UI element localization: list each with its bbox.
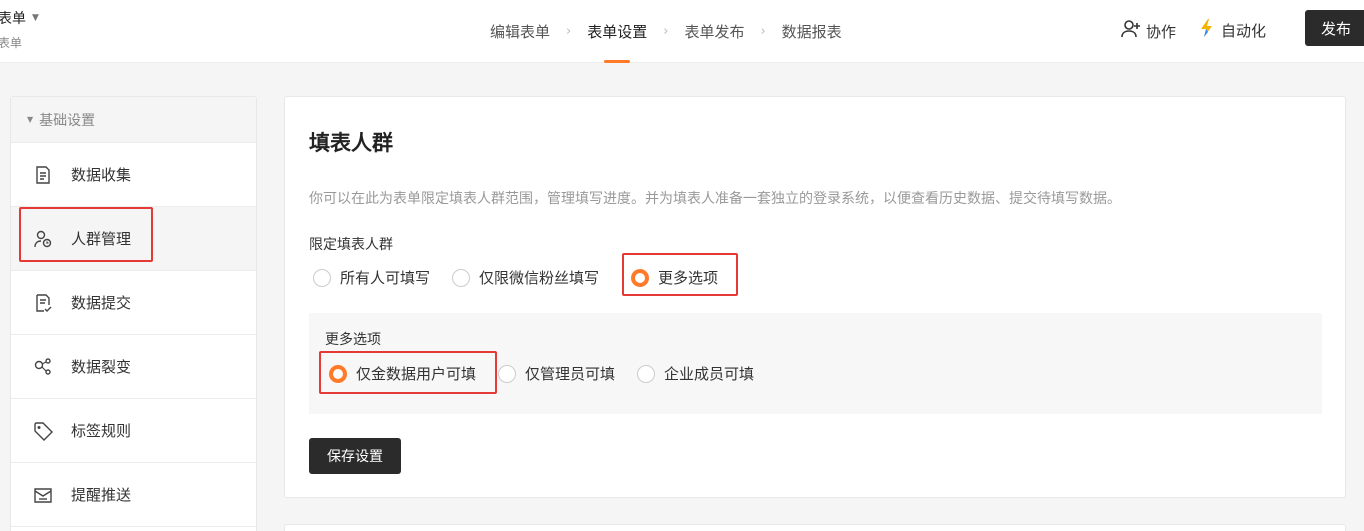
step-form-settings[interactable]: 表单设置: [587, 0, 647, 63]
sidebar-item-label: 数据收集: [71, 166, 132, 184]
publish-button[interactable]: 发布: [1305, 10, 1364, 46]
user-settings-icon: [33, 229, 53, 249]
page-description: 你可以在此为表单限定填表人群范围，管理填写进度。并为填表人准备一套独立的登录系统…: [309, 191, 1121, 207]
radio-circle-checked: [329, 364, 347, 383]
sidebar-item-data-collection[interactable]: 数据收集: [11, 143, 256, 207]
radio-enterprise-members[interactable]: 企业成员可填: [637, 363, 754, 384]
document-icon: [33, 165, 53, 185]
radio-circle: [498, 364, 517, 383]
chevron-right-icon: ›: [566, 24, 572, 39]
sidebar-item-label: 人群管理: [71, 230, 132, 248]
restrict-audience-label: 限定填表人群: [309, 237, 393, 253]
radio-label: 仅金数据用户可填: [356, 365, 477, 383]
step-form-publish[interactable]: 表单发布: [684, 0, 744, 63]
radio-circle: [637, 364, 656, 383]
step-data-report[interactable]: 数据报表: [782, 0, 842, 63]
collaborate-label: 协作: [1146, 22, 1177, 41]
page-title: 填表人群: [309, 131, 393, 155]
push-notification-icon: [33, 485, 53, 505]
more-options-label: 更多选项: [325, 332, 381, 348]
radio-everyone[interactable]: 所有人可填写: [313, 267, 430, 288]
radio-label: 所有人可填写: [340, 269, 431, 287]
radio-label: 更多选项: [658, 269, 719, 287]
restrict-audience-radio-group: 所有人可填写 仅限微信粉丝填写 更多选项: [313, 267, 718, 288]
submit-document-icon: [33, 293, 53, 313]
lightning-icon: [1197, 18, 1217, 42]
automation-label: 自动化: [1221, 21, 1267, 40]
sidebar-item-label: 标签规则: [71, 422, 132, 440]
form-subtitle: 表单: [0, 36, 23, 50]
caret-down-icon: ▼: [32, 13, 39, 23]
sidebar-item-reminder-push[interactable]: 提醒推送: [11, 463, 256, 527]
radio-label: 仅限微信粉丝填写: [479, 269, 600, 287]
chevron-right-icon: ›: [663, 24, 669, 39]
radio-circle: [313, 268, 331, 287]
radio-label: 企业成员可填: [664, 365, 755, 383]
sidebar-item-label: 数据提交: [71, 294, 132, 312]
top-header: 表单 ▼ 表单 编辑表单 › 表单设置 › 表单发布 › 数据报表 协作 自动化…: [0, 0, 1364, 63]
audience-settings-card: 填表人群 你可以在此为表单限定填表人群范围，管理填写进度。并为填表人准备一套独立…: [284, 96, 1346, 498]
step-nav: 编辑表单 › 表单设置 › 表单发布 › 数据报表: [490, 0, 842, 63]
sidebar-item-data-fission[interactable]: 数据裂变: [11, 335, 256, 399]
radio-more-options[interactable]: 更多选项: [631, 267, 718, 288]
radio-circle-checked: [631, 268, 650, 287]
sidebar-item-data-submit[interactable]: 数据提交: [11, 271, 256, 335]
automation-button[interactable]: 自动化: [1197, 18, 1266, 42]
more-options-panel: 更多选项 仅金数据用户可填 仅管理员可填 企业成员可填: [309, 313, 1322, 414]
radio-wechat-fans[interactable]: 仅限微信粉丝填写: [452, 267, 599, 288]
sidebar-section-label: 基础设置: [39, 112, 96, 129]
radio-circle: [452, 268, 471, 287]
step-edit-form[interactable]: 编辑表单: [490, 0, 550, 63]
radio-jinshuju-users[interactable]: 仅金数据用户可填: [329, 363, 476, 384]
sidebar-item-label: 数据裂变: [71, 358, 132, 376]
form-name: 表单: [0, 11, 26, 27]
add-user-icon: [1120, 18, 1142, 44]
next-card: [284, 524, 1346, 531]
sidebar-section-basic[interactable]: ▼ 基础设置: [11, 97, 256, 143]
radio-admins-only[interactable]: 仅管理员可填: [498, 363, 615, 384]
collaborate-button[interactable]: 协作: [1120, 18, 1176, 44]
chevron-right-icon: ›: [760, 24, 766, 39]
form-name-dropdown[interactable]: 表单 ▼: [0, 8, 39, 28]
radio-label: 仅管理员可填: [525, 365, 616, 383]
tag-icon: [33, 421, 53, 441]
triangle-down-icon: ▼: [27, 115, 34, 124]
save-settings-button[interactable]: 保存设置: [309, 438, 401, 474]
settings-sidebar: ▼ 基础设置 数据收集 人群管理 数据提交 数据裂变 标签规则 提醒推送: [10, 96, 257, 531]
sidebar-item-tag-rules[interactable]: 标签规则: [11, 399, 256, 463]
sidebar-item-label: 提醒推送: [71, 486, 132, 504]
more-options-radio-group: 仅金数据用户可填 仅管理员可填 企业成员可填: [329, 363, 754, 384]
sidebar-item-audience-management[interactable]: 人群管理: [11, 207, 256, 271]
share-nodes-icon: [33, 357, 53, 377]
